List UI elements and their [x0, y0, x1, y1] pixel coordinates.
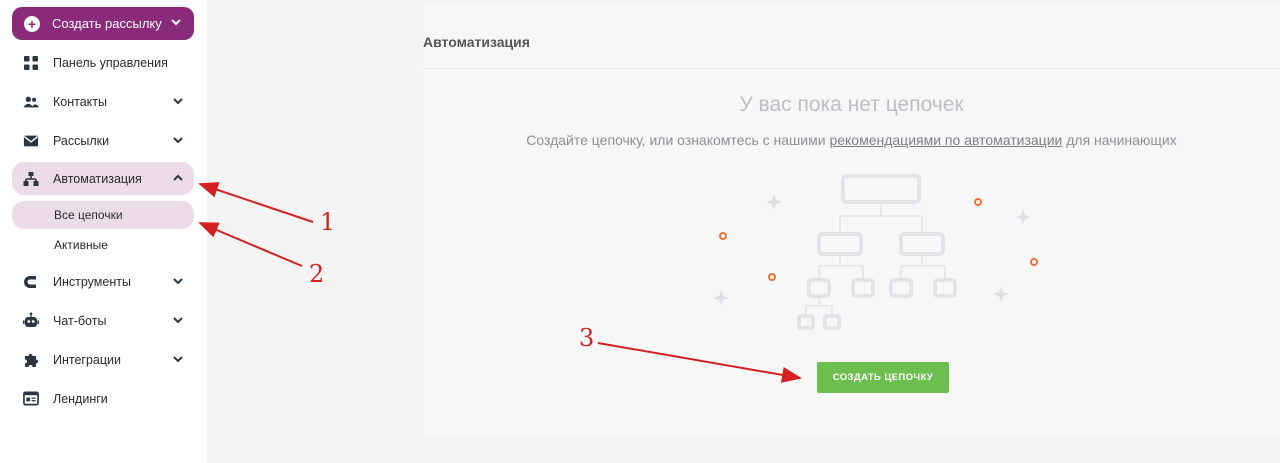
landing-icon — [23, 391, 39, 407]
create-campaign-button[interactable]: + Создать рассылку — [12, 7, 194, 40]
empty-state-text-after: для начинающих — [1066, 132, 1177, 148]
sidebar-item-label: Панель управления — [53, 55, 168, 70]
annotation-number-2: 2 — [309, 260, 325, 288]
sidebar-item-campaigns[interactable]: Рассылки — [12, 124, 194, 157]
sidebar-item-label: Инструменты — [53, 274, 131, 289]
empty-state-text: Создайте цепочку, или ознакомтесь с наши… — [423, 132, 1280, 148]
sidebar-item-automation[interactable]: Автоматизация — [12, 162, 194, 195]
sidebar-item-dashboard[interactable]: Панель управления — [12, 46, 194, 79]
magnet-icon — [23, 274, 39, 290]
automation-card: Автоматизация У вас пока нет цепочек Соз… — [423, 6, 1280, 434]
sidebar-subitem-label: Активные — [54, 238, 108, 252]
sidebar-item-label: Рассылки — [53, 133, 110, 148]
dashboard-icon — [23, 55, 39, 71]
main-area: Автоматизация У вас пока нет цепочек Соз… — [207, 0, 1280, 463]
chevron-down-icon — [173, 356, 183, 363]
sidebar-item-landings[interactable]: Лендинги — [12, 382, 194, 415]
mail-icon — [23, 133, 39, 149]
sidebar-subitem-all-chains[interactable]: Все цепочки — [12, 201, 194, 229]
sidebar-item-tools[interactable]: Инструменты — [12, 265, 194, 298]
sidebar-subitem-active[interactable]: Активные — [12, 231, 194, 259]
sidebar-item-label: Контакты — [53, 94, 107, 109]
bot-icon — [23, 312, 39, 329]
automation-icon — [23, 171, 39, 187]
empty-state-text-before: Создайте цепочку, или ознакомтесь с наши… — [526, 132, 826, 148]
chevron-down-icon — [173, 137, 183, 144]
sidebar-item-integrations[interactable]: Интеграции — [12, 343, 194, 376]
chain-tree-illustration — [713, 174, 1038, 330]
divider — [423, 68, 1280, 69]
sidebar-item-label: Интеграции — [53, 352, 122, 367]
chevron-down-icon — [173, 98, 183, 105]
chevron-down-icon — [173, 317, 183, 324]
sidebar-item-contacts[interactable]: Контакты — [12, 85, 194, 118]
sidebar-subitem-label: Все цепочки — [54, 208, 123, 222]
empty-state-title: У вас пока нет цепочек — [739, 93, 964, 116]
chevron-up-icon — [173, 174, 183, 181]
recommendations-link[interactable]: рекомендациями по автоматизации — [829, 132, 1062, 148]
contacts-icon — [23, 94, 39, 110]
sidebar-item-label: Лендинги — [53, 391, 108, 406]
chevron-down-icon — [173, 278, 183, 285]
annotation-number-3: 3 — [579, 324, 595, 352]
sidebar-item-chatbots[interactable]: Чат-боты — [12, 304, 194, 337]
plus-icon: + — [24, 15, 40, 32]
chevron-down-icon — [171, 19, 181, 26]
page-title: Автоматизация — [423, 34, 530, 50]
sidebar-item-label: Чат-боты — [53, 313, 107, 328]
sidebar-item-label: Автоматизация — [53, 171, 142, 186]
puzzle-icon — [23, 352, 39, 368]
create-chain-button[interactable]: СОЗДАТЬ ЦЕПОЧКУ — [817, 362, 949, 393]
annotation-number-1: 1 — [320, 208, 336, 236]
create-campaign-label: Создать рассылку — [52, 16, 162, 31]
sidebar: + Создать рассылку Панель управления Кон… — [0, 0, 207, 463]
